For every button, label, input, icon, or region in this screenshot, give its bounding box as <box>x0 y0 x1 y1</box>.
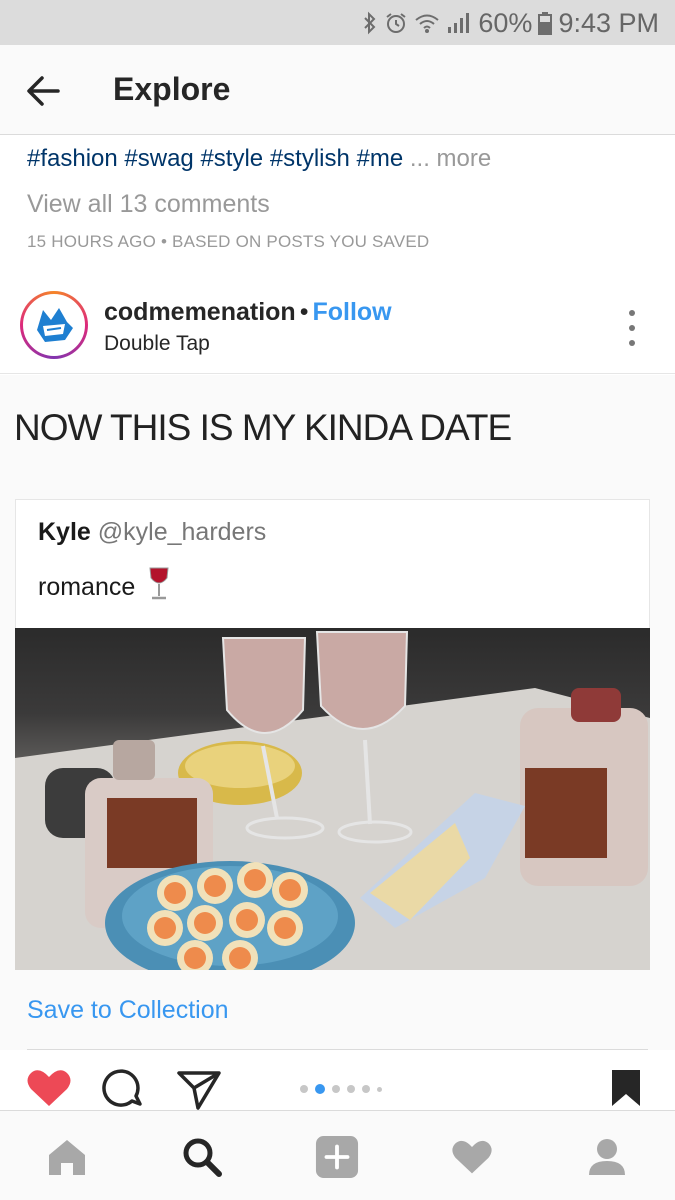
context-text: BASED ON POSTS YOU SAVED <box>172 232 430 251</box>
carousel-dot <box>362 1085 370 1093</box>
add-icon[interactable] <box>315 1135 359 1179</box>
carousel-indicator <box>300 1084 382 1094</box>
wolf-logo-icon <box>28 299 80 351</box>
app-bar: Explore <box>0 45 675 135</box>
bottom-navigation <box>0 1110 675 1200</box>
more-vertical-icon[interactable] <box>627 310 637 346</box>
page-title: Explore <box>113 71 231 107</box>
profile-icon[interactable] <box>585 1135 629 1179</box>
save-to-collection-row: Save to Collection <box>0 970 675 1050</box>
view-comments-link[interactable]: View all 13 comments <box>27 190 270 219</box>
arrow-left-icon[interactable] <box>22 69 66 113</box>
home-icon[interactable] <box>45 1135 89 1179</box>
activity-heart-icon[interactable] <box>450 1135 494 1179</box>
post-timestamp: 15 HOURS AGO • BASED ON POSTS YOU SAVED <box>27 232 429 252</box>
bookmark-icon[interactable] <box>610 1068 642 1113</box>
bluetooth-icon <box>362 11 378 35</box>
heart-icon[interactable] <box>26 1068 72 1113</box>
context-separator: • <box>160 232 168 251</box>
post-subtitle[interactable]: Double Tap <box>104 332 210 356</box>
search-icon[interactable] <box>180 1135 224 1179</box>
save-to-collection-link[interactable]: Save to Collection <box>27 996 229 1025</box>
previous-post-hashtags[interactable]: #fashion #swag #style #stylish #me ... m… <box>27 145 491 173</box>
tweet-handle: @kyle_harders <box>97 518 267 546</box>
meme-photo <box>15 628 650 970</box>
battery-icon <box>538 11 553 35</box>
username-row: codmemenation • Follow <box>104 298 392 327</box>
more-link[interactable]: ... more <box>410 145 491 172</box>
timestamp-text: 15 HOURS AGO <box>27 232 156 251</box>
post-header: codmemenation • Follow Double Tap <box>0 278 675 374</box>
wifi-icon <box>414 11 440 35</box>
carousel-dot <box>377 1086 382 1092</box>
post-image[interactable]: NOW THIS IS MY KINDA DATE Kyle @kyle_har… <box>0 375 675 970</box>
wine-glass-icon <box>147 566 171 609</box>
tweet-text-row: romance <box>38 566 171 609</box>
carousel-dot-active <box>315 1084 325 1094</box>
alarm-icon <box>384 11 408 35</box>
post-action-bar <box>0 1050 675 1110</box>
carousel-dot <box>332 1085 340 1093</box>
clock: 9:43 PM <box>558 7 659 38</box>
signal-icon <box>446 11 472 35</box>
battery-percent: 60% <box>478 7 533 38</box>
date-night-photo <box>15 631 650 970</box>
dot-separator: • <box>299 298 309 326</box>
avatar[interactable] <box>20 291 88 359</box>
meme-caption: NOW THIS IS MY KINDA DATE <box>14 407 512 448</box>
tweet-name: Kyle <box>38 518 91 546</box>
follow-button[interactable]: Follow <box>312 298 391 326</box>
carousel-dot <box>347 1085 355 1093</box>
tweet-card: Kyle @kyle_harders romance <box>15 499 650 629</box>
hashtags-text[interactable]: #fashion #swag #style #stylish #me <box>27 145 403 172</box>
carousel-dot <box>300 1085 308 1093</box>
tweet-text: romance <box>38 573 136 601</box>
username[interactable]: codmemenation <box>104 298 296 326</box>
tweet-author: Kyle @kyle_harders <box>38 518 266 547</box>
status-bar: 60% 9:43 PM <box>0 0 675 45</box>
